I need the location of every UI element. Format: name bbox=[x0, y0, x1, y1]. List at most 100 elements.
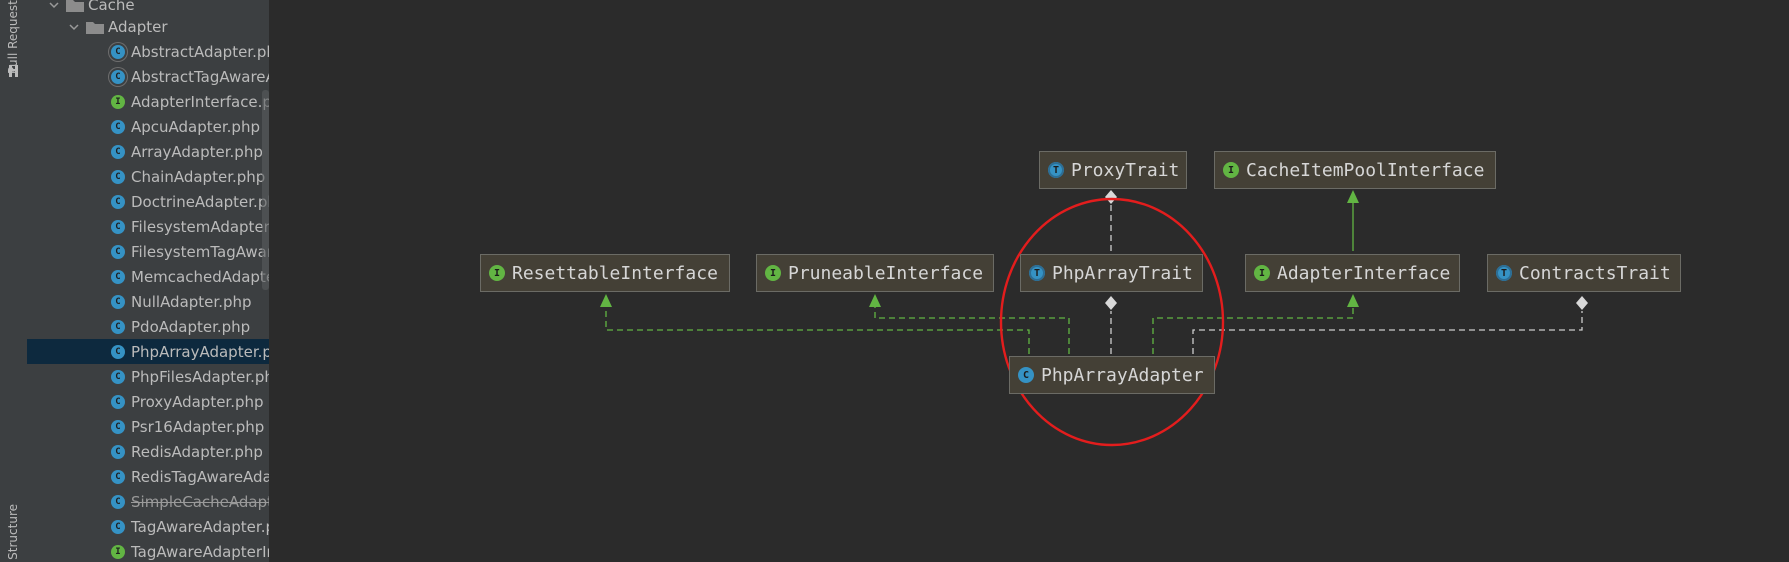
class-icon: C bbox=[111, 169, 125, 184]
node-cacheitempoolinterface[interactable]: I CacheItemPoolInterface bbox=[1214, 151, 1496, 189]
class-icon: C bbox=[111, 194, 125, 209]
tree-file-tagawareadapter[interactable]: C TagAwareAdapter.php bbox=[27, 514, 269, 539]
abstract-class-icon: C bbox=[111, 69, 125, 84]
tree-file-adapterinterface[interactable]: I AdapterInterface.php bbox=[27, 89, 269, 114]
tree-file-phpfilesadapter[interactable]: C PhpFilesAdapter.php bbox=[27, 364, 269, 389]
tree-item-label: NullAdapter.php bbox=[131, 292, 252, 311]
tree-folder-adapter[interactable]: Adapter bbox=[27, 14, 269, 39]
tree-file-apcuadapter[interactable]: C ApcuAdapter.php bbox=[27, 114, 269, 139]
class-icon: C bbox=[111, 294, 125, 309]
interface-icon: I bbox=[765, 265, 781, 281]
tree-item-label: Cache bbox=[88, 0, 135, 14]
tree-file-simplecacheadapter[interactable]: C SimpleCacheAdapter.php bbox=[27, 489, 269, 514]
class-icon: C bbox=[111, 369, 125, 384]
tree-file-filesystemadapter[interactable]: C FilesystemAdapter.php bbox=[27, 214, 269, 239]
interface-icon: I bbox=[1223, 162, 1239, 178]
left-tool-strip: Pull Requests Structure bbox=[0, 0, 28, 562]
node-label: AdapterInterface bbox=[1277, 262, 1451, 284]
tree-file-redistagawareadapter[interactable]: C RedisTagAwareAdapter.php bbox=[27, 464, 269, 489]
arrow-head bbox=[1347, 294, 1359, 307]
tree-file-abstracttagawareadapter[interactable]: C AbstractTagAwareAdapter.php bbox=[27, 64, 269, 89]
class-icon: C bbox=[111, 344, 125, 359]
node-phparraytrait[interactable]: T PhpArrayTrait bbox=[1020, 254, 1203, 292]
node-label: ContractsTrait bbox=[1519, 262, 1671, 284]
tree-file-pdoadapter[interactable]: C PdoAdapter.php bbox=[27, 314, 269, 339]
class-icon: C bbox=[111, 494, 125, 509]
tree-file-proxyadapter[interactable]: C ProxyAdapter.php bbox=[27, 389, 269, 414]
node-label: ResettableInterface bbox=[512, 262, 718, 284]
structure-tab[interactable]: Structure bbox=[6, 504, 20, 560]
tree-item-label: TagAwareAdapter.php bbox=[131, 517, 269, 536]
class-icon: C bbox=[111, 419, 125, 434]
tree-item-label: AbstractAdapter.php bbox=[131, 42, 269, 61]
tree-scrollbar[interactable] bbox=[262, 90, 269, 290]
interface-icon: I bbox=[1254, 265, 1270, 281]
arrow-head bbox=[869, 294, 881, 307]
tree-file-nulladapter[interactable]: C NullAdapter.php bbox=[27, 289, 269, 314]
tree-item-label: MemcachedAdapter.php bbox=[131, 267, 269, 286]
interface-icon: I bbox=[489, 265, 505, 281]
pull-request-icon bbox=[9, 65, 18, 77]
tree-item-label: RedisAdapter.php bbox=[131, 442, 263, 461]
tree-item-label: ChainAdapter.php bbox=[131, 167, 266, 186]
trait-icon: T bbox=[1496, 265, 1512, 281]
tree-item-label: PhpFilesAdapter.php bbox=[131, 367, 269, 386]
chevron-down-icon[interactable] bbox=[68, 21, 80, 33]
interface-icon: I bbox=[111, 94, 125, 109]
node-label: PhpArrayTrait bbox=[1052, 262, 1193, 284]
trait-icon: T bbox=[1029, 265, 1045, 281]
node-proxytrait[interactable]: T ProxyTrait bbox=[1039, 151, 1187, 189]
node-resettableinterface[interactable]: I ResettableInterface bbox=[480, 254, 730, 292]
class-icon: C bbox=[111, 319, 125, 334]
node-phparrayadapter[interactable]: C PhpArrayAdapter bbox=[1009, 356, 1215, 394]
node-contractstrait[interactable]: T ContractsTrait bbox=[1487, 254, 1681, 292]
tree-item-label: Adapter bbox=[108, 17, 168, 36]
interface-icon: I bbox=[111, 544, 125, 559]
tree-file-chainadapter[interactable]: C ChainAdapter.php bbox=[27, 164, 269, 189]
tree-file-tagawareadapterinterface[interactable]: I TagAwareAdapterInterface.php bbox=[27, 539, 269, 562]
tree-file-doctrineadapter[interactable]: C DoctrineAdapter.php bbox=[27, 189, 269, 214]
tree-file-psr16adapter[interactable]: C Psr16Adapter.php bbox=[27, 414, 269, 439]
uml-diagram-canvas[interactable]: T ProxyTrait I CacheItemPoolInterface I … bbox=[269, 0, 1789, 562]
class-icon: C bbox=[111, 269, 125, 284]
class-icon: C bbox=[111, 219, 125, 234]
node-label: ProxyTrait bbox=[1071, 159, 1180, 181]
tree-item-label: ProxyAdapter.php bbox=[131, 392, 264, 411]
diamond-marker bbox=[1576, 296, 1588, 310]
tree-item-label: PhpArrayAdapter.php bbox=[131, 342, 269, 361]
tree-item-label: SimpleCacheAdapter.php bbox=[131, 492, 269, 511]
tree-item-label: ApcuAdapter.php bbox=[131, 117, 260, 136]
tree-file-memcachedadapter[interactable]: C MemcachedAdapter.php bbox=[27, 264, 269, 289]
diamond-marker bbox=[1105, 296, 1117, 310]
node-pruneableinterface[interactable]: I PruneableInterface bbox=[756, 254, 994, 292]
tree-file-redisadapter[interactable]: C RedisAdapter.php bbox=[27, 439, 269, 464]
tree-item-label: AdapterInterface.php bbox=[131, 92, 269, 111]
class-icon: C bbox=[111, 469, 125, 484]
edge-implements-resettable bbox=[605, 305, 1030, 354]
tree-item-label: ArrayAdapter.php bbox=[131, 142, 263, 161]
class-icon: C bbox=[111, 144, 125, 159]
tree-file-abstractadapter[interactable]: C AbstractAdapter.php bbox=[27, 39, 269, 64]
tree-item-label: RedisTagAwareAdapter.php bbox=[131, 467, 269, 486]
tree-item-label: FilesystemTagAwareAdapter.php bbox=[131, 242, 269, 261]
folder-icon bbox=[86, 21, 104, 34]
tree-file-filesystemtagawareadapter[interactable]: C FilesystemTagAwareAdapter.php bbox=[27, 239, 269, 264]
tree-item-label: DoctrineAdapter.php bbox=[131, 192, 269, 211]
chevron-down-icon[interactable] bbox=[48, 0, 60, 11]
tree-item-label: AbstractTagAwareAdapter.php bbox=[131, 67, 269, 86]
tree-item-label: Psr16Adapter.php bbox=[131, 417, 265, 436]
abstract-class-icon: C bbox=[111, 44, 125, 59]
highlight-circle bbox=[999, 197, 1225, 447]
arrow-head bbox=[600, 294, 612, 307]
class-icon: C bbox=[111, 444, 125, 459]
trait-icon: T bbox=[1048, 162, 1064, 178]
class-icon: C bbox=[111, 119, 125, 134]
tree-item-label: TagAwareAdapterInterface.php bbox=[131, 542, 269, 561]
tree-file-phparrayadapter[interactable]: C PhpArrayAdapter.php bbox=[27, 339, 269, 364]
arrow-head bbox=[1347, 190, 1359, 203]
class-icon: C bbox=[111, 519, 125, 534]
class-icon: C bbox=[111, 244, 125, 259]
node-adapterinterface[interactable]: I AdapterInterface bbox=[1245, 254, 1460, 292]
node-label: PruneableInterface bbox=[788, 262, 984, 284]
tree-file-arrayadapter[interactable]: C ArrayAdapter.php bbox=[27, 139, 269, 164]
